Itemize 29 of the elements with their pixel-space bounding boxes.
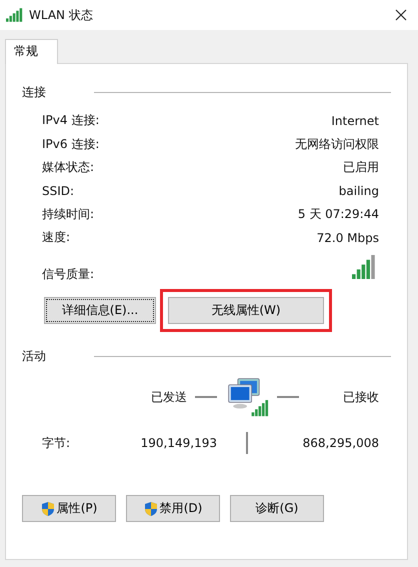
sent-label: 已发送 xyxy=(151,388,187,406)
field-label: IPv6 连接: xyxy=(42,136,100,153)
field-value: Internet xyxy=(331,114,379,128)
dialog-button[interactable]: 禁用(D) xyxy=(126,495,220,522)
tab[interactable]: 常规 xyxy=(5,39,58,64)
field-value: 72.0 Mbps xyxy=(316,230,379,245)
bytes-sent-value: 190,149,193 xyxy=(140,436,217,450)
dialog-button[interactable]: 诊断(G) xyxy=(230,495,324,522)
signal-bars-icon xyxy=(6,8,23,22)
field-label: 信号质量: xyxy=(42,266,94,284)
section-heading: 活动 xyxy=(22,348,47,366)
dialog-button[interactable]: 无线属性(W) xyxy=(168,297,324,324)
dialog-button[interactable]: 详细信息(E)... xyxy=(44,297,156,324)
field-label: 速度: xyxy=(42,229,70,246)
field-label: SSID: xyxy=(42,184,74,198)
field-value: 已启用 xyxy=(343,158,379,176)
field-value: 5 天 07:29:44 xyxy=(298,206,379,223)
field-label: 字节: xyxy=(42,434,72,452)
bytes-received-value: 868,295,008 xyxy=(302,436,379,450)
window-title: WLAN 状态 xyxy=(29,6,94,24)
field-label: 持续时间: xyxy=(42,206,94,223)
field-value: 无网络访问权限 xyxy=(295,136,379,153)
dialog-button[interactable]: 属性(P) xyxy=(22,495,116,522)
close-icon[interactable] xyxy=(395,9,407,21)
field-value: bailing xyxy=(338,184,379,198)
field-label: IPv4 连接: xyxy=(42,112,100,130)
received-label: 已接收 xyxy=(343,388,379,406)
field-label: 媒体状态: xyxy=(42,158,94,176)
section-heading: 连接 xyxy=(22,84,47,101)
